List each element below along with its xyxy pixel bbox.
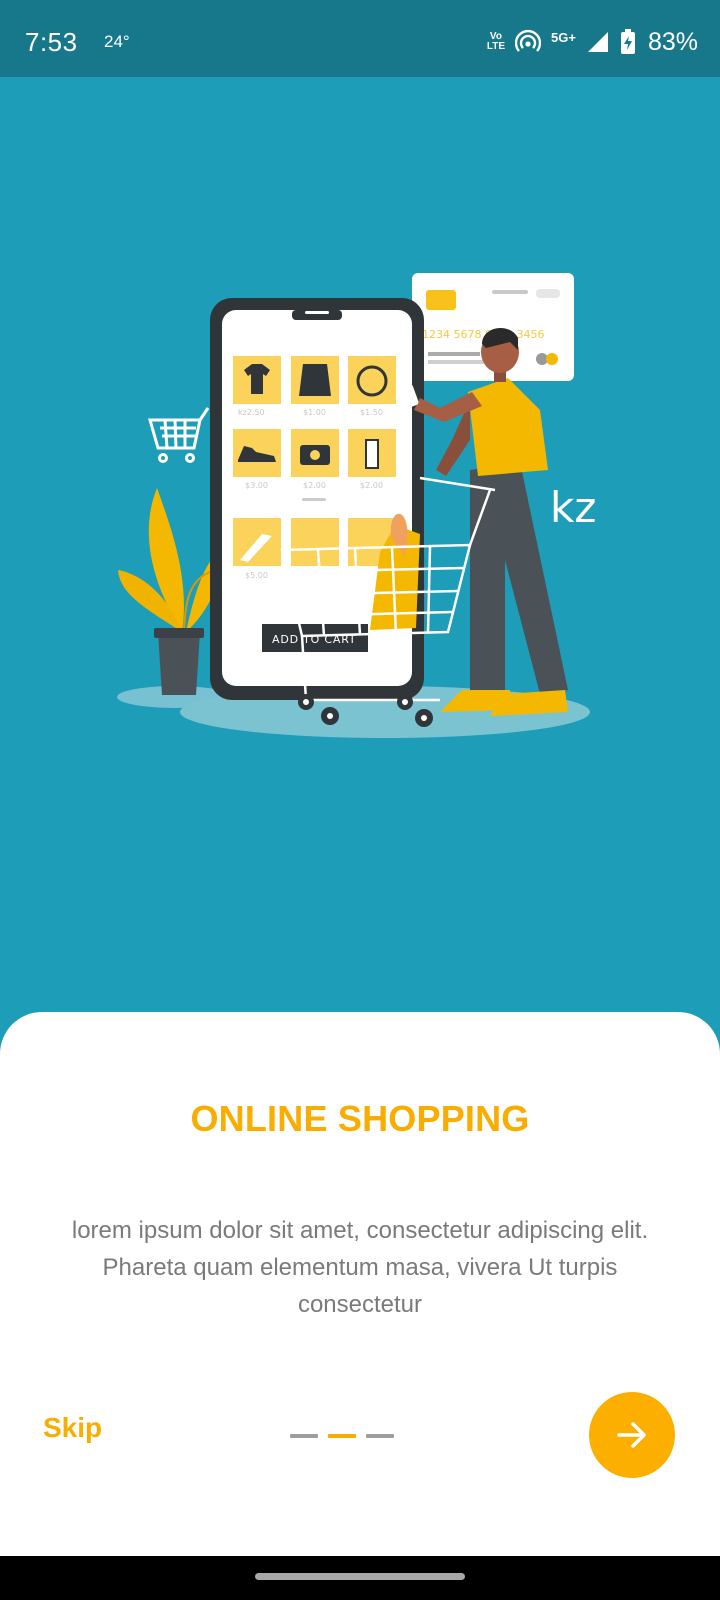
- hero-section: 1234 5678 9012 3456 kz kz2.50 $1.00 $1.5…: [0, 77, 720, 1027]
- page-indicator-dot: [366, 1434, 394, 1438]
- home-gesture-handle[interactable]: [255, 1573, 465, 1580]
- system-navigation-bar: [0, 1556, 720, 1600]
- basket-icon: [148, 407, 210, 463]
- plant-illustration: [118, 488, 225, 695]
- shopping-illustration: 1234 5678 9012 3456 kz kz2.50 $1.00 $1.5…: [117, 273, 596, 738]
- signal-icon: [587, 32, 608, 52]
- network-type: 5G+: [551, 29, 576, 45]
- price-label: $5.00: [245, 571, 268, 580]
- phone-illustration: kz2.50 $1.00 $1.50 $3.00 $2.00 $2.00 $5.…: [210, 298, 424, 700]
- price-label: $1.50: [360, 408, 383, 417]
- status-icons: Vo LTE 5G+ 83%: [487, 22, 698, 62]
- page-indicator-dot: [290, 1434, 318, 1438]
- price-label: $1.00: [303, 408, 326, 417]
- price-label: kz2.50: [238, 408, 265, 417]
- onboarding-sheet: ONLINE SHOPPING lorem ipsum dolor sit am…: [0, 1012, 720, 1556]
- price-label: $2.00: [303, 481, 326, 490]
- page-indicator: [290, 1434, 394, 1438]
- battery-level: 83%: [647, 27, 698, 56]
- status-time: 7:53: [25, 27, 78, 57]
- price-label: $3.00: [245, 481, 268, 490]
- next-button[interactable]: [589, 1392, 675, 1478]
- onboarding-description: lorem ipsum dolor sit amet, consectetur …: [71, 1217, 649, 1318]
- onboarding-title: ONLINE SHOPPING: [190, 1098, 530, 1139]
- hotspot-icon: [515, 29, 542, 52]
- person-illustration: [399, 327, 568, 716]
- status-temperature: 24°: [104, 32, 130, 51]
- volte-icon: Vo LTE: [486, 31, 506, 52]
- page-indicator-dot-active: [328, 1434, 356, 1438]
- currency-label: kz: [550, 483, 596, 532]
- status-bar: 7:53 24° Vo LTE 5G+ 83%: [0, 0, 720, 77]
- skip-button[interactable]: Skip: [43, 1412, 102, 1444]
- arrow-right-icon: [617, 1422, 646, 1448]
- price-label: $2.00: [360, 481, 383, 490]
- battery-charging-icon: [620, 29, 635, 54]
